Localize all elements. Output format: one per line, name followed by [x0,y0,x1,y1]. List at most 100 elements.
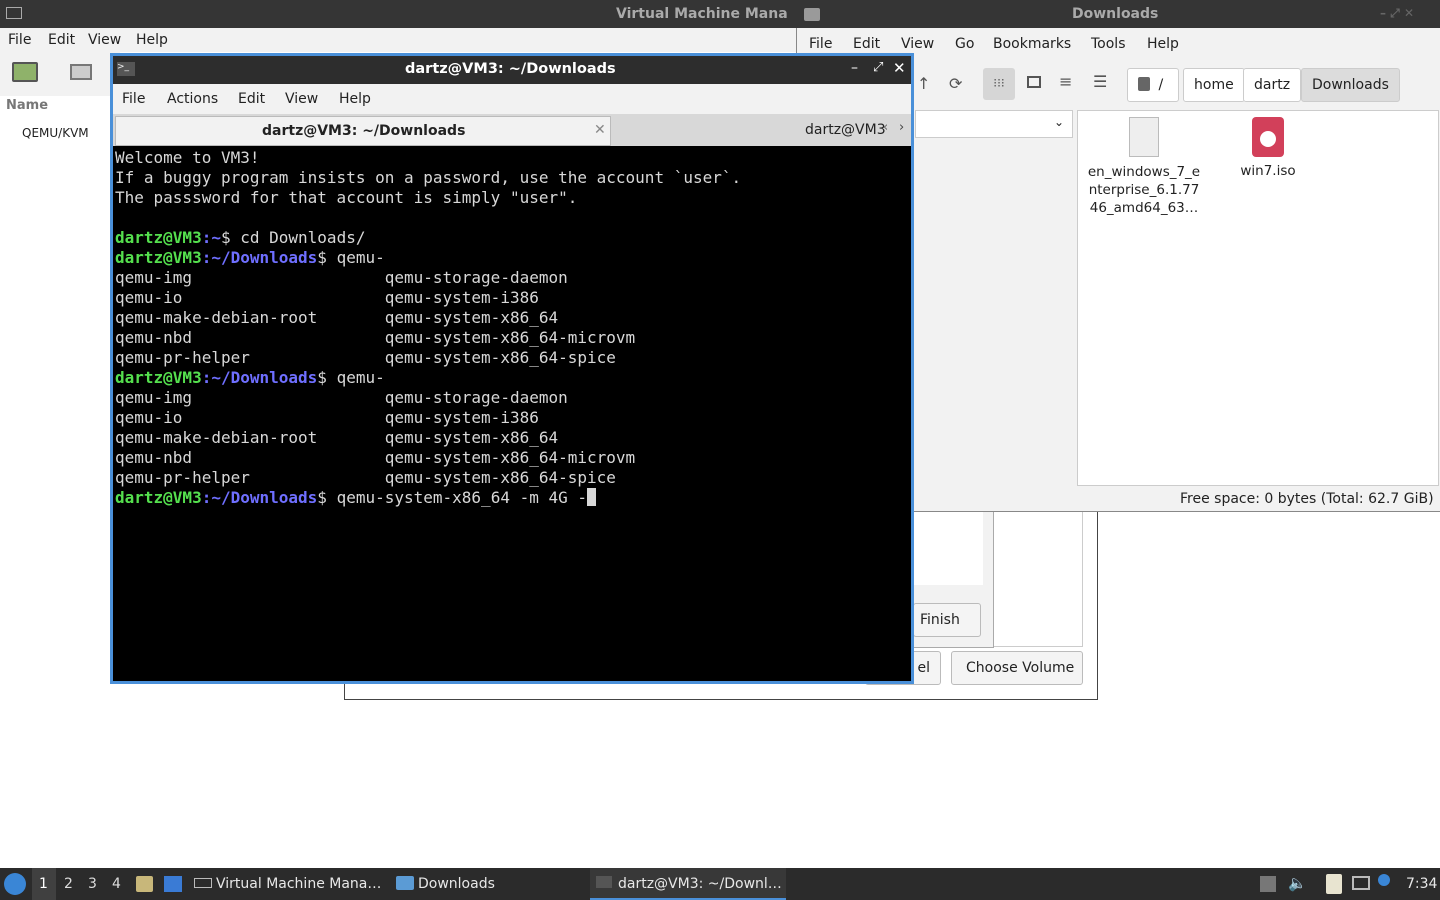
minimize-icon[interactable]: – [851,60,858,76]
list-view-icon[interactable]: ☰ [1093,72,1107,91]
cancel-label: el [917,660,930,676]
prompt-line: dartz@VM3:~/Downloads$ qemu- [115,248,909,268]
column-name[interactable]: Name [6,98,48,113]
thumbnail-view-icon[interactable] [1027,76,1041,88]
prompt-user: dartz@VM3 [115,228,202,247]
file-item[interactable]: win7.iso [1220,117,1316,179]
new-vm-icon[interactable] [12,62,38,82]
term-menu-edit[interactable]: Edit [238,91,265,107]
open-vm-icon[interactable] [70,64,92,80]
show-desktop-icon[interactable] [164,876,182,892]
volume-icon[interactable]: 🔈 [1288,874,1307,892]
reload-icon[interactable]: ⟳ [949,74,962,93]
fm-menu-go[interactable]: Go [955,36,974,52]
fm-menu-tools[interactable]: Tools [1091,36,1126,52]
fm-menu-bookmarks[interactable]: Bookmarks [993,36,1071,52]
output-line: The passsword for that account is simply… [115,188,578,207]
clipboard-icon[interactable] [1326,874,1342,894]
workspace-1[interactable]: 1 [39,876,48,892]
tab-label: dartz@VM3: ~/Downloads [262,123,466,139]
file-manager-launcher-icon[interactable] [136,876,153,892]
fm-menu-edit[interactable]: Edit [853,36,880,52]
fm-menu-view[interactable]: View [901,36,934,52]
task-terminal[interactable]: dartz@VM3: ~/Downl… [590,868,786,900]
finish-button[interactable]: Finish [913,603,981,637]
output-line: qemu-make-debian-root qemu-system-x86_64 [115,428,559,447]
task-downloads[interactable]: Downloads [396,868,495,900]
fm-menu-file[interactable]: File [809,36,832,52]
vmm-menu-file[interactable]: File [8,32,31,48]
terminal-title: dartz@VM3: ~/Downloads [405,61,616,77]
file-name: en_windows_7_e nterprise_6.1.77 46_amd64… [1087,164,1201,216]
output-line: If a buggy program insists on a password… [115,168,742,187]
terminal-icon: >_ [117,62,135,76]
path-downloads[interactable]: Downloads [1301,68,1400,102]
terminal-output[interactable]: Welcome to VM3! If a buggy program insist… [115,148,909,681]
prompt-user: dartz@VM3 [115,488,202,507]
prompt-user: dartz@VM3 [115,248,202,267]
workspace-4[interactable]: 4 [112,876,121,892]
notification-icon[interactable] [1378,874,1390,886]
vmm-menu-help[interactable]: Help [136,32,168,48]
task-vmm[interactable]: Virtual Machine Mana… [194,868,381,900]
terminal-window: >_ dartz@VM3: ~/Downloads – ⤢ ✕ File Act… [110,53,914,684]
prompt-path: :~/Downloads [201,488,318,507]
command-text: $ cd Downloads/ [220,228,366,247]
file-item[interactable]: en_windows_7_e nterprise_6.1.77 46_amd64… [1082,117,1206,217]
file-name: win7.iso [1240,163,1296,179]
choose-volume-label: Choose Volume [966,660,1075,676]
prompt-user: dartz@VM3 [115,368,202,387]
term-menu-file[interactable]: File [122,91,145,107]
command-text: $ qemu- [317,248,385,267]
drive-icon [1138,77,1150,91]
text-file-icon [1129,117,1159,157]
finish-label: Finish [920,612,960,628]
close-icon[interactable]: ✕ [893,59,906,77]
tab-scroll-right-icon[interactable]: › [899,120,904,135]
fm-window-controls[interactable]: – ⤢ ✕ [1380,6,1414,21]
side-combo[interactable]: ⌄ [915,110,1073,138]
path-root[interactable]: / [1127,68,1179,102]
up-arrow-icon[interactable]: ↑ [917,74,930,93]
start-menu-icon[interactable] [4,873,26,895]
status-bar: Free space: 0 bytes (Total: 62.7 GiB) [1180,491,1434,507]
output-line: qemu-pr-helper qemu-system-x86_64-spice [115,468,616,487]
terminal-menubar: File Actions Edit View Help [113,84,911,114]
terminal-task-icon [596,876,612,888]
term-menu-help[interactable]: Help [339,91,371,107]
task-label: dartz@VM3: ~/Downl… [618,876,782,892]
workspace-3[interactable]: 3 [88,876,97,892]
file-view: en_windows_7_e nterprise_6.1.77 46_amd64… [1077,110,1439,486]
output-line: qemu-nbd qemu-system-x86_64-microvm [115,448,636,467]
icon-view-icon[interactable]: ⁝⁝⁝ [983,68,1015,100]
fm-menu-help[interactable]: Help [1147,36,1179,52]
path-root-label: / [1158,77,1164,93]
tab-active[interactable]: dartz@VM3: ~/Downloads ✕ [115,116,611,146]
term-menu-view[interactable]: View [285,91,318,107]
tab-close-icon[interactable]: ✕ [594,122,606,138]
connection-item[interactable]: QEMU/KVM [22,126,89,140]
vmm-app-icon [6,7,22,19]
maximize-icon[interactable]: ⤢ [873,60,883,75]
workspace-2[interactable]: 2 [64,876,73,892]
path-home[interactable]: home [1183,68,1245,102]
vmm-task-icon [194,878,212,888]
clock: 7:34 [1406,876,1438,892]
folder-icon [396,876,414,890]
tab-inactive[interactable]: dartz@VM3 [613,116,885,146]
output-line: qemu-pr-helper qemu-system-x86_64-spice [115,348,616,367]
term-menu-actions[interactable]: Actions [167,91,218,107]
vmm-menu-edit[interactable]: Edit [48,32,75,48]
path-dartz[interactable]: dartz [1243,68,1302,102]
tab-scroll-left-icon[interactable]: ‹ [883,120,888,135]
terminal-tabbar: dartz@VM3: ~/Downloads ✕ dartz@VM3 ‹ › [113,114,911,146]
choose-volume-button[interactable]: Choose Volume [951,651,1083,685]
vmm-menu-view[interactable]: View [88,32,121,48]
tray-keyboard-icon[interactable] [1260,876,1276,892]
network-icon[interactable] [1352,876,1370,890]
disc-image-icon [1252,117,1284,157]
prompt-line: dartz@VM3:~/Downloads$ qemu- [115,368,909,388]
terminal-titlebar[interactable]: >_ dartz@VM3: ~/Downloads – ⤢ ✕ [113,56,911,84]
compact-view-icon[interactable]: ≡ [1059,72,1072,91]
